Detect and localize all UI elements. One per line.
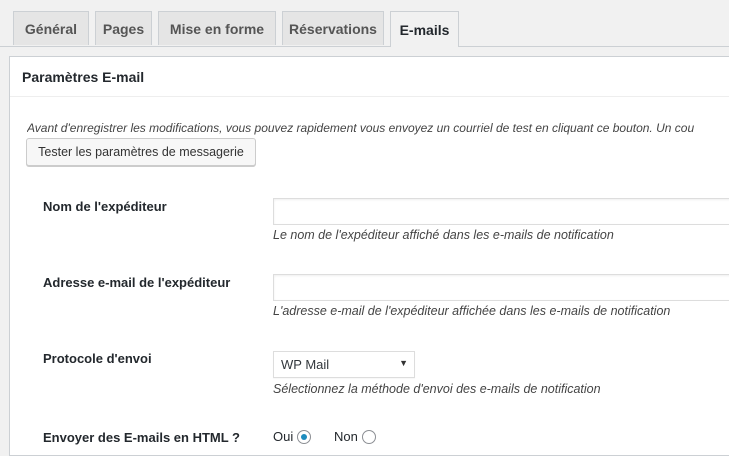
sender-name-description: Le nom de l'expéditeur affiché dans les … bbox=[273, 228, 614, 242]
html-no-radio[interactable] bbox=[361, 429, 376, 444]
settings-tabs: Général Pages Mise en forme Réservations… bbox=[0, 0, 729, 47]
email-settings-panel: Paramètres E-mail Avant d'enregistrer le… bbox=[9, 56, 729, 456]
dropdown-arrow-icon: ▼ bbox=[399, 358, 408, 368]
html-yes-option[interactable]: Oui bbox=[273, 429, 312, 444]
sender-email-input[interactable] bbox=[273, 274, 729, 301]
tab-emails[interactable]: E-mails bbox=[390, 11, 459, 47]
sender-name-label: Nom de l'expéditeur bbox=[43, 199, 167, 214]
html-emails-label: Envoyer des E-mails en HTML ? bbox=[43, 430, 240, 445]
tab-general[interactable]: Général bbox=[13, 11, 89, 45]
tab-pages[interactable]: Pages bbox=[95, 11, 152, 45]
html-yes-label: Oui bbox=[273, 429, 294, 444]
tab-mise-en-forme[interactable]: Mise en forme bbox=[158, 11, 276, 45]
sender-name-input[interactable] bbox=[273, 198, 729, 225]
html-no-label: Non bbox=[334, 429, 358, 444]
sender-email-description: L'adresse e-mail de l'expéditeur affiché… bbox=[273, 304, 671, 318]
test-mail-settings-button[interactable]: Tester les paramètres de messagerie bbox=[26, 138, 256, 166]
protocol-select[interactable]: WP Mail ▼ bbox=[273, 351, 415, 378]
tab-reservations[interactable]: Réservations bbox=[282, 11, 384, 45]
intro-text: Avant d'enregistrer les modifications, v… bbox=[27, 121, 695, 135]
protocol-label: Protocole d'envoi bbox=[43, 351, 152, 366]
sender-email-label: Adresse e-mail de l'expéditeur bbox=[43, 275, 231, 290]
protocol-description: Sélectionnez la méthode d'envoi des e-ma… bbox=[273, 382, 601, 396]
html-no-option[interactable]: Non bbox=[334, 429, 376, 444]
section-title: Paramètres E-mail bbox=[10, 57, 729, 97]
html-yes-radio[interactable] bbox=[297, 429, 312, 444]
protocol-selected-value: WP Mail bbox=[281, 357, 330, 372]
